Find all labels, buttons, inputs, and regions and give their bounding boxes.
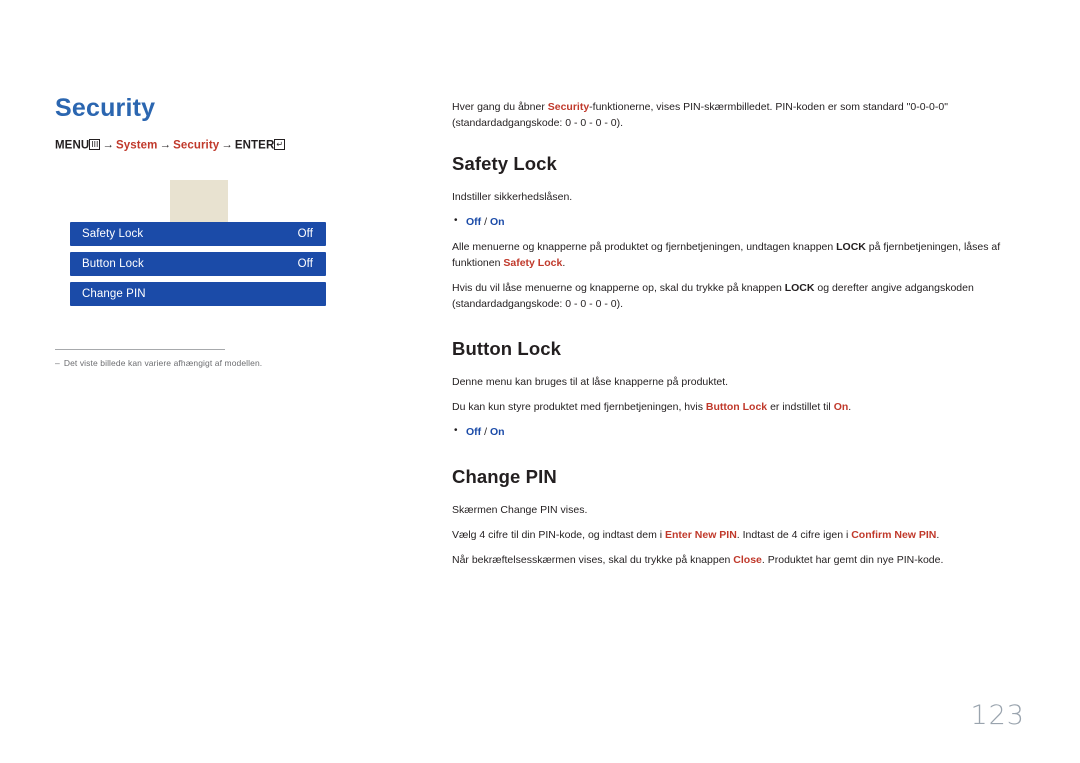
text-a: Alle menuerne og knapperne på produktet … (452, 241, 837, 253)
section-paragraph: Denne menu kan bruges til at låse knappe… (452, 376, 729, 388)
option-on: On (489, 216, 505, 228)
text-e: . (848, 401, 852, 413)
option-separator: / (481, 216, 490, 228)
footnote-section: ‒ Det viste billede kan variere afhængigt… (55, 349, 395, 368)
text-a: Hvis du vil låse menuerne og knapperne o… (452, 282, 785, 294)
section-paragraph: Skærmen Change PIN vises. (452, 504, 588, 516)
option-off: Off (466, 216, 482, 228)
menu-path-arrow-3: → (221, 139, 233, 151)
section-button-lock: Button Lock Denne menu kan bruges til at… (452, 338, 1012, 440)
menu-path-arrow-1: → (102, 139, 114, 151)
menu-path-step-system: System (115, 139, 158, 151)
text-c: . Produktet har gemt din nye PIN-kode. (761, 554, 944, 566)
section-paragraph: Alle menuerne og knapperne på produktet … (452, 239, 1012, 271)
menu-path-arrow-2: → (159, 139, 172, 151)
osd-menu-list: Safety Lock Off Button Lock Off Change P… (70, 222, 326, 306)
text-c: . Indtast de 4 cifre igen i (736, 529, 852, 541)
osd-row-label: Change PIN (82, 288, 146, 300)
page-title: Security (55, 94, 156, 122)
option-off: Off (466, 426, 482, 438)
osd-row-value: Off (297, 228, 313, 240)
keyword-lock: LOCK (836, 241, 866, 253)
section-paragraph: Når bekræftelsesskærmen vises, skal du t… (452, 552, 1012, 568)
menu-path-enter-label: ENTER (234, 139, 275, 151)
osd-row-label: Button Lock (82, 258, 144, 270)
osd-row-safety-lock[interactable]: Safety Lock Off (70, 222, 326, 246)
text-a: Du kan kun styre produktet med fjernbetj… (452, 401, 706, 413)
section-safety-lock: Safety Lock Indstiller sikkerhedslåsen. … (452, 153, 1012, 312)
keyword-on: On (833, 401, 849, 413)
section-heading: Safety Lock (452, 153, 557, 174)
options-bullet: Off / On (452, 423, 1012, 440)
keyword-enter-new-pin: Enter New PIN (665, 529, 737, 541)
menu-icon: III (89, 138, 101, 150)
section-paragraph: Indstiller sikkerhedslåsen. (452, 191, 573, 203)
section-heading: Button Lock (452, 338, 562, 359)
option-on: On (489, 426, 505, 438)
keyword-button-lock: Button Lock (705, 401, 768, 413)
right-column: Hver gang du åbner Security-funktionerne… (452, 99, 1012, 594)
osd-row-label: Safety Lock (82, 228, 144, 240)
osd-row-button-lock[interactable]: Button Lock Off (70, 252, 326, 276)
section-paragraph: Du kan kun styre produktet med fjernbetj… (452, 399, 1012, 415)
section-heading: Change PIN (452, 466, 557, 487)
keyword-lock: LOCK (784, 282, 815, 294)
document-page: Security MENU III → System → Security → ENTER ↵ … (0, 0, 1080, 763)
footnote-dash: ‒ (55, 358, 60, 368)
text-e: . (936, 529, 940, 541)
footnote-text: Det viste billede kan variere afhængigt … (63, 358, 263, 368)
text-e: . (562, 257, 566, 269)
text-c: er indstillet til (767, 401, 834, 413)
osd-highlight-block (170, 180, 228, 222)
section-change-pin: Change PIN Skærmen Change PIN vises. Væl… (452, 466, 1012, 568)
intro-text-a: Hver gang du åbner (452, 101, 548, 113)
option-separator: / (481, 426, 490, 438)
footnote-divider (55, 349, 225, 350)
options-bullet: Off / On (452, 213, 1012, 230)
keyword-safety-lock: Safety Lock (503, 257, 563, 269)
text-a: Når bekræftelsesskærmen vises, skal du t… (452, 554, 734, 566)
osd-row-change-pin[interactable]: Change PIN (70, 282, 326, 306)
section-paragraph: Hvis du vil låse menuerne og knapperne o… (452, 280, 1012, 312)
left-column: Security MENU III → System → Security → ENTER ↵ (55, 94, 395, 151)
section-paragraph: Vælg 4 cifre til din PIN-kode, og indtas… (452, 527, 1012, 543)
menu-path-menu-label: MENU (55, 139, 90, 151)
intro-keyword-security: Security (547, 101, 590, 113)
menu-path: MENU III → System → Security → ENTER ↵ (55, 138, 395, 151)
text-a: Vælg 4 cifre til din PIN-kode, og indtas… (452, 529, 666, 541)
page-number: 123 (970, 700, 1025, 731)
keyword-confirm-new-pin: Confirm New PIN (851, 529, 937, 541)
footnote: ‒ Det viste billede kan variere afhængigt… (55, 358, 395, 368)
osd-row-value: Off (297, 258, 313, 270)
keyword-close: Close (733, 554, 762, 566)
menu-path-step-security: Security (173, 139, 220, 151)
enter-icon: ↵ (274, 138, 286, 150)
intro-paragraph: Hver gang du åbner Security-funktionerne… (452, 99, 1012, 131)
